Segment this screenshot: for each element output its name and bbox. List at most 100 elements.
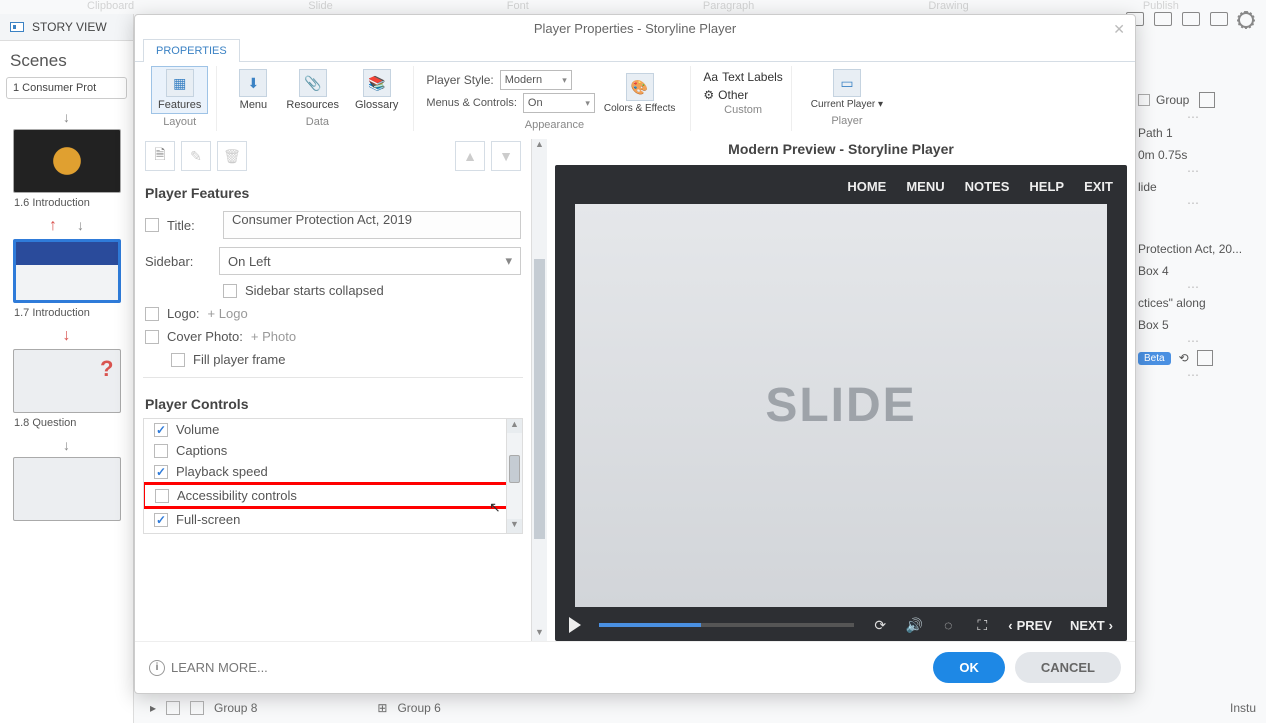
learn-more-link[interactable]: i LEARN MORE... [149, 660, 268, 676]
tab-properties[interactable]: PROPERTIES [143, 39, 240, 62]
layout-icon[interactable] [1182, 12, 1200, 26]
group-label[interactable]: Group 8 [214, 701, 257, 715]
player-nav: HOME MENU NOTES HELP EXIT [565, 173, 1117, 204]
sidebar-collapse-checkbox[interactable] [223, 284, 237, 298]
timeline-row[interactable]: lide [1138, 176, 1248, 198]
other-button[interactable]: ⚙Other [703, 88, 748, 102]
sidebar-collapse-label: Sidebar starts collapsed [245, 283, 384, 298]
timeline-row[interactable]: Box 4 [1138, 260, 1248, 282]
cover-checkbox[interactable] [145, 330, 159, 344]
play-icon[interactable] [569, 617, 581, 633]
progress-bar[interactable] [599, 623, 854, 627]
layout-icon[interactable] [1210, 12, 1228, 26]
nav-menu[interactable]: MENU [906, 179, 944, 194]
glossary-button[interactable]: 📚Glossary [348, 66, 405, 114]
player-preview: Modern Preview - Storyline Player HOME M… [555, 139, 1127, 641]
volume-icon[interactable]: 🔊 [906, 617, 922, 633]
label: Instu [1230, 701, 1256, 715]
timeline-row[interactable]: Box 5 [1138, 314, 1248, 336]
features-icon: ▦ [166, 69, 194, 97]
story-panel: STORY VIEW Scenes 1 Consumer Prot ↓ 1.6 … [0, 14, 134, 723]
timeline-row[interactable]: Protection Act, 20... [1138, 238, 1248, 260]
checkbox[interactable] [1138, 94, 1150, 106]
checkbox[interactable] [154, 513, 168, 527]
nav-home[interactable]: HOME [847, 179, 886, 194]
colors-effects-button[interactable]: 🎨Colors & Effects [597, 70, 683, 117]
nav-notes[interactable]: NOTES [965, 179, 1010, 194]
control-playback-speed[interactable]: Playback speed [144, 461, 522, 482]
slide-thumbnail-selected[interactable] [13, 239, 121, 303]
book-icon: 📚 [363, 69, 391, 97]
timeline-row[interactable]: ctices" along [1138, 292, 1248, 314]
info-icon: i [149, 660, 165, 676]
story-view-button[interactable]: STORY VIEW [0, 14, 133, 41]
resources-button[interactable]: 📎Resources [279, 66, 346, 114]
slide-thumbnail[interactable] [13, 129, 121, 193]
add-logo-link[interactable]: + Logo [208, 306, 248, 321]
arrow-down-icon: ↓ [63, 327, 71, 345]
current-player-button[interactable]: ▭Current Player ▾ [804, 66, 890, 113]
layout-icon[interactable] [1154, 12, 1172, 26]
visibility-icon[interactable] [166, 701, 180, 715]
group-label[interactable]: Group 6 [397, 701, 440, 715]
checkbox[interactable] [155, 489, 169, 503]
title-input[interactable]: Consumer Protection Act, 2019 [223, 211, 521, 239]
control-fullscreen[interactable]: Full-screen [144, 509, 522, 530]
move-up-icon[interactable]: ▲ [455, 141, 485, 171]
next-button[interactable]: NEXT› [1070, 618, 1113, 633]
features-button[interactable]: ▦ Features [151, 66, 208, 114]
ribbon-group-labels: ClipboardSlide FontParagraph DrawingPubl… [0, 0, 1266, 4]
title-label: Title: [167, 218, 215, 233]
cancel-button[interactable]: CANCEL [1015, 652, 1121, 683]
gear-icon[interactable] [1238, 12, 1254, 28]
prev-button[interactable]: ‹PREV [1008, 618, 1052, 633]
lock-icon[interactable] [190, 701, 204, 715]
player-style-select[interactable]: Modern [500, 70, 572, 90]
window-layout-icons [1126, 12, 1254, 28]
close-icon[interactable]: ✕ [1113, 21, 1125, 38]
menu-button[interactable]: ⬇Menu [229, 66, 277, 114]
dialog-ribbon: ▦ Features Layout ⬇Menu 📎Resources 📚Glos… [135, 61, 1135, 133]
replay-icon[interactable]: ⟳ [872, 617, 888, 633]
menus-controls-select[interactable]: On [523, 93, 595, 113]
edit-icon[interactable]: ✎ [181, 141, 211, 171]
preview-title: Modern Preview - Storyline Player [555, 139, 1127, 161]
control-captions[interactable]: Captions [144, 440, 522, 461]
add-photo-link[interactable]: + Photo [251, 329, 296, 344]
slide-thumbnail[interactable]: ? [13, 349, 121, 413]
checkbox[interactable] [154, 465, 168, 479]
menus-controls-label: Menus & Controls: [426, 97, 516, 109]
move-down-icon[interactable]: ▼ [491, 141, 521, 171]
settings-icon[interactable]: ◌ [940, 617, 956, 633]
delete-icon[interactable]: 🗑 [217, 141, 247, 171]
undo-icon[interactable]: ⟲ [1179, 351, 1189, 365]
slide-thumbnail[interactable] [13, 457, 121, 521]
group-label: Player [831, 113, 862, 127]
scene-item[interactable]: 1 Consumer Prot [6, 77, 127, 99]
timeline-row[interactable]: 0m 0.75s [1138, 144, 1248, 166]
control-volume[interactable]: Volume [144, 419, 522, 440]
thumb-label: 1.6 Introduction [6, 195, 94, 215]
checkbox[interactable] [154, 423, 168, 437]
scrollbar[interactable]: ▲▼ [506, 419, 522, 533]
arrow-up-icon: ↑ [49, 217, 57, 235]
box-icon[interactable] [1197, 350, 1213, 366]
control-accessibility[interactable]: Accessibility controls [143, 482, 523, 509]
align-icon[interactable]: ⊞ [377, 701, 387, 715]
group-icon[interactable] [1199, 92, 1215, 108]
nav-exit[interactable]: EXIT [1084, 179, 1113, 194]
scrollbar[interactable]: ▲▼ [531, 139, 547, 641]
text-labels-button[interactable]: AaText Labels [703, 70, 782, 84]
timeline-row[interactable]: Path 1 [1138, 122, 1248, 144]
ok-button[interactable]: OK [933, 652, 1005, 683]
new-icon[interactable]: 🗎 [145, 141, 175, 171]
logo-checkbox[interactable] [145, 307, 159, 321]
nav-help[interactable]: HELP [1029, 179, 1064, 194]
expand-icon[interactable]: ▸ [150, 701, 156, 715]
fullscreen-icon[interactable]: ⛶ [974, 617, 990, 633]
story-view-label: STORY VIEW [32, 20, 107, 34]
title-checkbox[interactable] [145, 218, 159, 232]
checkbox[interactable] [154, 444, 168, 458]
fill-frame-checkbox[interactable] [171, 353, 185, 367]
sidebar-select[interactable]: On Left [219, 247, 521, 275]
